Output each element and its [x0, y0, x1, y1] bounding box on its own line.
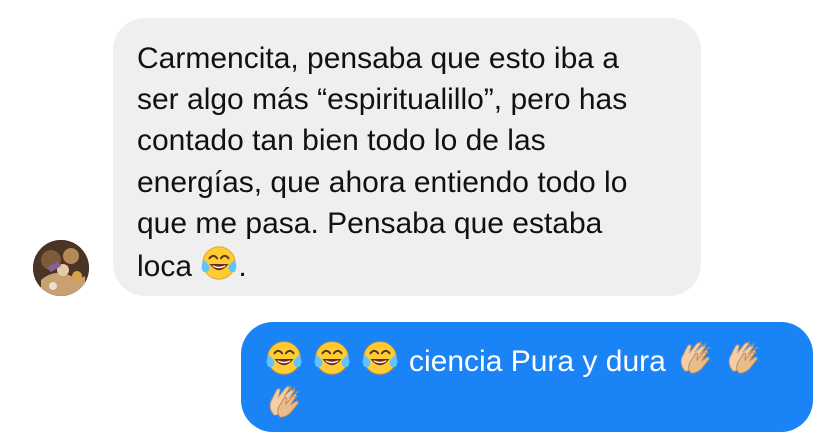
incoming-message-text: Carmencita, pensaba que esto iba a ser a… [137, 38, 681, 287]
message-trailing-punctuation: . [238, 250, 247, 284]
avatar-image [33, 240, 89, 296]
message-line: contado tan bien todo lo de las [137, 124, 546, 158]
clapping-hands-emoji-icon [676, 339, 714, 377]
outgoing-message-text: ciencia Pura y dura [265, 339, 793, 383]
chat-thread: Carmencita, pensaba que esto iba a ser a… [0, 0, 828, 432]
outgoing-message-label: ciencia Pura y dura [409, 345, 666, 378]
incoming-message-bubble[interactable]: Carmencita, pensaba que esto iba a ser a… [113, 18, 701, 296]
clapping-hands-emoji-icon [724, 339, 762, 377]
message-line: ser algo más “espiritualillo”, pero has [137, 83, 628, 117]
tears-of-joy-emoji-icon [265, 339, 303, 377]
message-line: Carmencita, pensaba que esto iba a [137, 42, 619, 75]
tears-of-joy-emoji-icon [361, 339, 399, 377]
message-line: energías, que ahora entiendo todo lo [137, 165, 628, 199]
tears-of-joy-emoji-icon [200, 244, 238, 282]
avatar[interactable] [33, 240, 89, 296]
message-line: loca [137, 250, 201, 284]
message-line: que me pasa. Pensaba que estaba [137, 206, 603, 240]
clapping-hands-emoji-icon [265, 383, 303, 421]
outgoing-message-bubble[interactable]: ciencia Pura y dura [241, 322, 813, 432]
tears-of-joy-emoji-icon [313, 339, 351, 377]
outgoing-message-wrap-line [265, 383, 793, 423]
